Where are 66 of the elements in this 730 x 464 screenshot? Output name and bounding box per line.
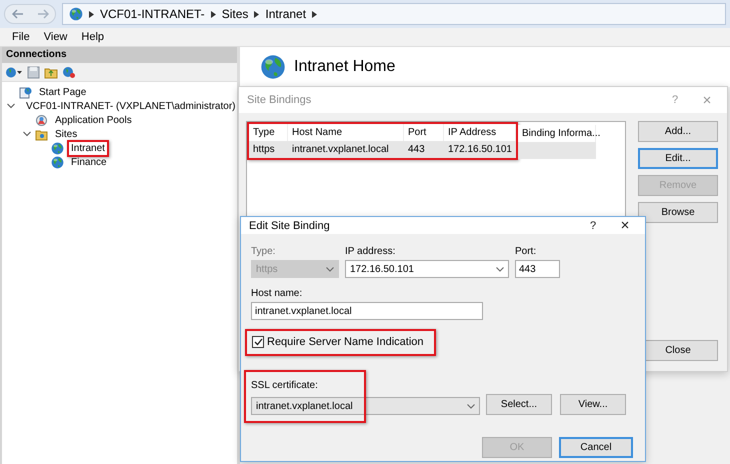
ssl-certificate-select[interactable]: intranet.vxplanet.local <box>251 397 480 415</box>
dialog-button[interactable]: Edit... <box>638 148 718 169</box>
column-header[interactable]: Host Name <box>288 124 404 141</box>
host-name-field[interactable]: intranet.vxplanet.local <box>251 302 483 320</box>
globe-icon <box>260 54 286 80</box>
breadcrumb-arrow-icon[interactable] <box>89 10 94 18</box>
breadcrumb-item[interactable]: Sites <box>222 7 248 21</box>
table-cell[interactable]: https <box>249 141 288 158</box>
checkbox-label[interactable]: Require Server Name Indication <box>267 336 424 348</box>
table-cell[interactable]: intranet.vxplanet.local <box>288 141 404 158</box>
panel-header: Connections <box>2 47 237 63</box>
dialog-title: Edit Site Binding <box>249 220 331 232</box>
folder-up-icon[interactable] <box>44 66 58 78</box>
column-header[interactable]: Type <box>249 124 288 141</box>
breadcrumb-arrow-icon[interactable] <box>312 10 318 18</box>
field-label: Port: <box>515 246 538 257</box>
view-certificate-button[interactable]: View... <box>560 394 626 415</box>
checkmark-icon <box>254 338 262 346</box>
table-cell[interactable]: 172.16.50.101 <box>444 141 516 158</box>
dialog-title: Site Bindings <box>247 94 312 106</box>
field-label: Type: <box>251 246 276 257</box>
tree-item[interactable]: Application Pools <box>53 114 134 126</box>
menu-item[interactable]: File <box>12 31 30 43</box>
globe-icon <box>51 142 64 154</box>
chevron-down-icon <box>496 266 504 272</box>
menu-item[interactable]: View <box>44 31 68 43</box>
help-button[interactable]: ? <box>581 220 605 232</box>
field-label: SSL certificate: <box>251 380 319 391</box>
address-bar[interactable]: VCF01-INTRANET- Sites Intranet <box>62 3 726 25</box>
folder-icon <box>35 128 48 140</box>
disconnect-globe-icon[interactable] <box>62 66 76 78</box>
tree-item[interactable]: Intranet <box>69 142 107 154</box>
select-certificate-button[interactable]: Select... <box>486 394 552 415</box>
globe-dropdown-icon[interactable] <box>5 66 23 78</box>
column-header[interactable]: IP Address <box>444 124 516 141</box>
page-title: Intranet Home <box>294 58 396 76</box>
dialog-button[interactable]: Browse <box>638 202 718 223</box>
field-label: IP address: <box>345 246 396 257</box>
breadcrumb-arrow-icon[interactable] <box>254 10 260 18</box>
tree-item[interactable]: Finance <box>69 156 109 168</box>
dialog-button[interactable]: Add... <box>638 121 718 142</box>
chevron-down-icon <box>326 266 334 272</box>
tree-item[interactable]: VCF01-INTRANET- (VXPLANET\administrator) <box>24 100 238 112</box>
breadcrumb-arrow-icon[interactable] <box>210 10 216 18</box>
close-button[interactable]: × <box>613 217 637 234</box>
save-icon[interactable] <box>27 66 40 78</box>
column-header[interactable]: Port <box>404 124 444 141</box>
checkbox[interactable] <box>252 336 264 348</box>
table-cell[interactable] <box>518 142 596 158</box>
globe-icon <box>51 156 64 168</box>
table-cell[interactable]: 443 <box>404 141 444 158</box>
port-field[interactable]: 443 <box>515 260 560 278</box>
application-pools-icon <box>35 114 48 126</box>
breadcrumb-item[interactable]: Intranet <box>265 7 306 21</box>
globe-icon <box>69 7 83 21</box>
menu-item[interactable]: Help <box>81 31 104 43</box>
field-label: Host name: <box>251 288 304 299</box>
cancel-button[interactable]: Cancel <box>559 437 633 458</box>
chevron-down-icon <box>467 404 475 408</box>
collapse-icon[interactable] <box>22 129 32 139</box>
collapse-icon[interactable] <box>6 101 16 111</box>
breadcrumb-item[interactable]: VCF01-INTRANET- <box>100 7 205 21</box>
tree-item[interactable]: Start Page <box>37 86 88 98</box>
start-page-icon <box>19 86 32 98</box>
tree-item[interactable]: Sites <box>53 128 80 140</box>
ip-address-select[interactable]: 172.16.50.101 <box>345 260 509 278</box>
